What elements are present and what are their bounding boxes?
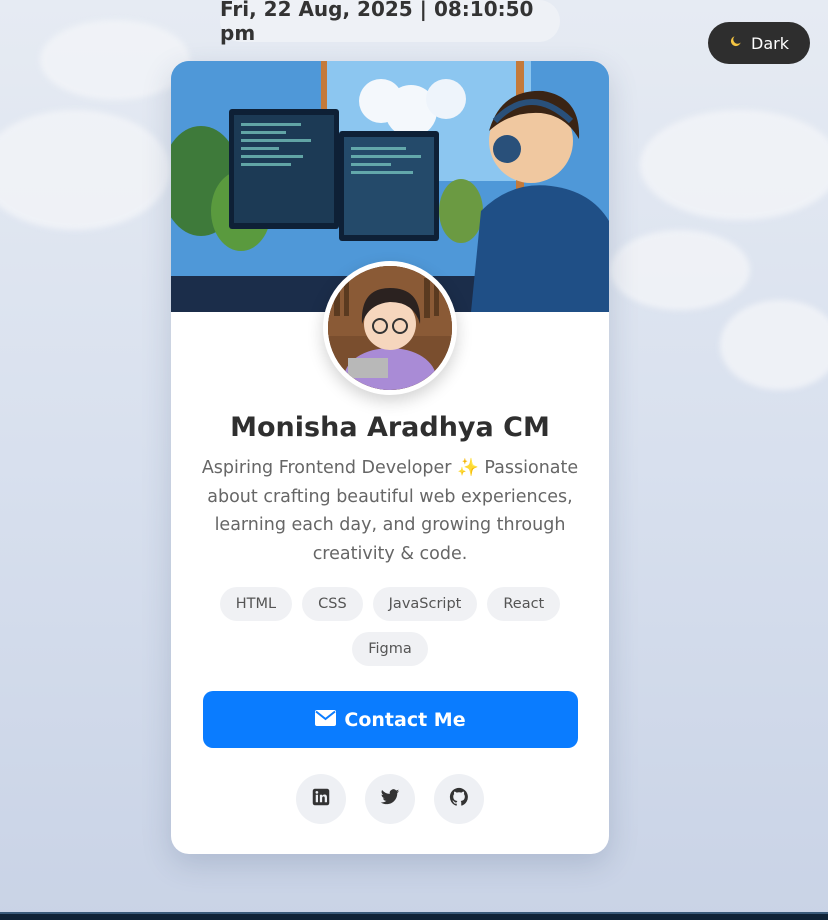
- profile-bio: Aspiring Frontend Developer ✨ Passionate…: [201, 458, 579, 564]
- moon-icon: [729, 34, 743, 52]
- avatar: [323, 261, 457, 395]
- contact-me-button[interactable]: Contact Me: [203, 691, 578, 748]
- background-cloud: [0, 110, 170, 230]
- github-icon: [449, 787, 469, 811]
- profile-card: Monisha Aradhya CM Aspiring Frontend Dev…: [171, 61, 609, 854]
- background-cloud: [720, 300, 828, 390]
- background-cloud: [40, 20, 190, 100]
- datetime-display: Fri, 22 Aug, 2025 | 08:10:50 pm: [220, 0, 560, 45]
- skills-list: HTML CSS JavaScript React Figma: [211, 587, 569, 666]
- twitter-icon: [380, 788, 400, 810]
- bottom-edge: [0, 912, 828, 920]
- theme-toggle-button[interactable]: Dark: [708, 22, 810, 64]
- skill-chip-html: HTML: [219, 587, 293, 621]
- twitter-link[interactable]: [365, 774, 415, 824]
- skill-chip-figma: Figma: [352, 632, 428, 666]
- background-cloud: [610, 230, 750, 310]
- linkedin-link[interactable]: [296, 774, 346, 824]
- social-links: [171, 774, 609, 824]
- datetime-text: Fri, 22 Aug, 2025 | 08:10:50 pm: [220, 0, 534, 45]
- background-cloud: [640, 110, 828, 220]
- theme-toggle-label: Dark: [751, 33, 789, 53]
- github-link[interactable]: [434, 774, 484, 824]
- profile-name: Monisha Aradhya CM: [230, 412, 550, 443]
- envelope-icon: [315, 709, 337, 731]
- linkedin-icon: [312, 788, 330, 810]
- contact-me-label: Contact Me: [344, 708, 466, 731]
- skill-chip-css: CSS: [302, 587, 363, 621]
- skill-chip-javascript: JavaScript: [372, 587, 478, 621]
- skill-chip-react: React: [487, 587, 561, 621]
